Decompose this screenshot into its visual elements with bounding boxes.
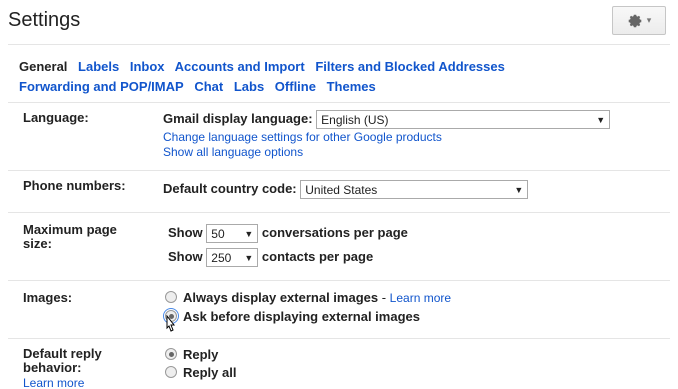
language-label: Language:: [23, 110, 89, 125]
settings-gear-button[interactable]: ▾: [612, 6, 666, 35]
contacts-per-page-select[interactable]: 250 ▼: [206, 248, 259, 267]
reply-learn-more-link[interactable]: Learn more: [23, 376, 84, 389]
always-display-images-radio[interactable]: [165, 291, 177, 303]
tab-filters-and-blocked-addresses[interactable]: Filters and Blocked Addresses: [315, 59, 505, 74]
display-language-label: Gmail display language:: [163, 110, 313, 126]
country-code-label: Default country code:: [163, 180, 297, 196]
change-language-link[interactable]: Change language settings for other Googl…: [163, 130, 442, 144]
dropdown-arrow-icon: ▼: [596, 114, 606, 125]
dropdown-arrow-icon: ▼: [514, 184, 524, 195]
header-divider: [8, 44, 670, 45]
images-section: Images: Always display external images -…: [8, 280, 670, 336]
images-label: Images:: [23, 290, 73, 305]
conversations-per-page-select[interactable]: 50 ▼: [206, 224, 259, 243]
mouse-cursor-icon: [166, 315, 176, 332]
tab-chat[interactable]: Chat: [194, 79, 223, 94]
gear-icon: [628, 14, 642, 27]
page-size-label: Maximum page size:: [23, 222, 117, 251]
reply-section: Default reply behavior: Learn more Reply…: [8, 338, 670, 389]
page-size-section: Maximum page size: Show 50 ▼ conversatio…: [8, 212, 670, 278]
tab-offline[interactable]: Offline: [275, 79, 316, 94]
reply-radio[interactable]: [165, 348, 177, 360]
tab-inbox[interactable]: Inbox: [130, 59, 165, 74]
tab-themes[interactable]: Themes: [327, 79, 376, 94]
settings-tabs: General Labels Inbox Accounts and Import…: [19, 57, 659, 97]
phone-label: Phone numbers:: [23, 178, 126, 193]
page-title: Settings: [8, 9, 81, 31]
dropdown-arrow-icon: ▼: [244, 228, 254, 239]
display-language-select[interactable]: English (US) ▼: [316, 110, 611, 129]
reply-label: Default reply behavior:: [23, 346, 102, 375]
phone-section: Phone numbers: Default country code: Uni…: [8, 170, 670, 210]
reply-all-radio[interactable]: [165, 366, 177, 378]
tab-labs[interactable]: Labs: [234, 79, 264, 94]
tab-accounts-and-import[interactable]: Accounts and Import: [175, 59, 305, 74]
dropdown-arrow-icon: ▼: [244, 252, 254, 263]
show-all-languages-link[interactable]: Show all language options: [163, 145, 303, 159]
chevron-down-icon: ▾: [646, 15, 652, 25]
language-section: Language: Gmail display language: Englis…: [8, 102, 670, 168]
tab-general[interactable]: General: [19, 59, 67, 74]
tab-labels[interactable]: Labels: [78, 59, 119, 74]
country-code-select[interactable]: United States ▼: [300, 180, 529, 199]
images-learn-more-link[interactable]: Learn more: [390, 291, 451, 305]
tab-forwarding-and-pop-imap[interactable]: Forwarding and POP/IMAP: [19, 79, 184, 94]
